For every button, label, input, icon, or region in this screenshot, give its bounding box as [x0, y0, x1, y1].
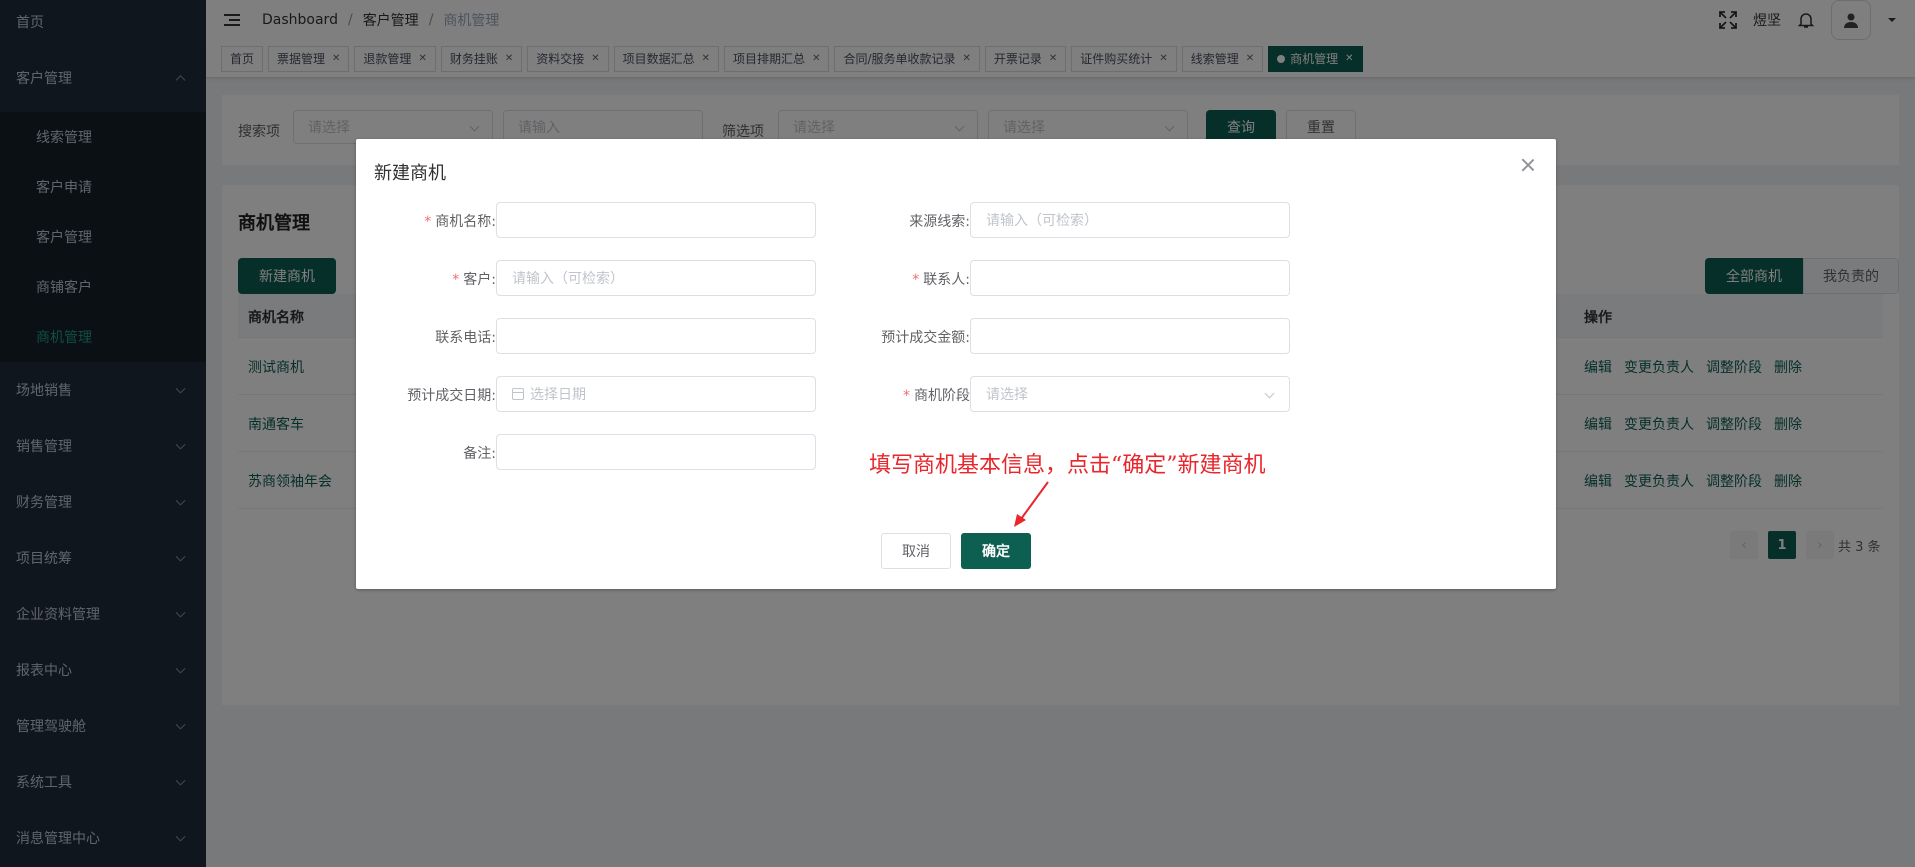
cancel-button[interactable]: 取消: [881, 533, 951, 569]
new-opportunity-dialog: 新建商机 * 商机名称: 来源线索: 请输入（可检索） * 客户: 请输入（可检索）…: [356, 139, 1556, 589]
confirm-button[interactable]: 确定: [961, 533, 1031, 569]
annotation-arrow-icon: [1014, 481, 1049, 527]
